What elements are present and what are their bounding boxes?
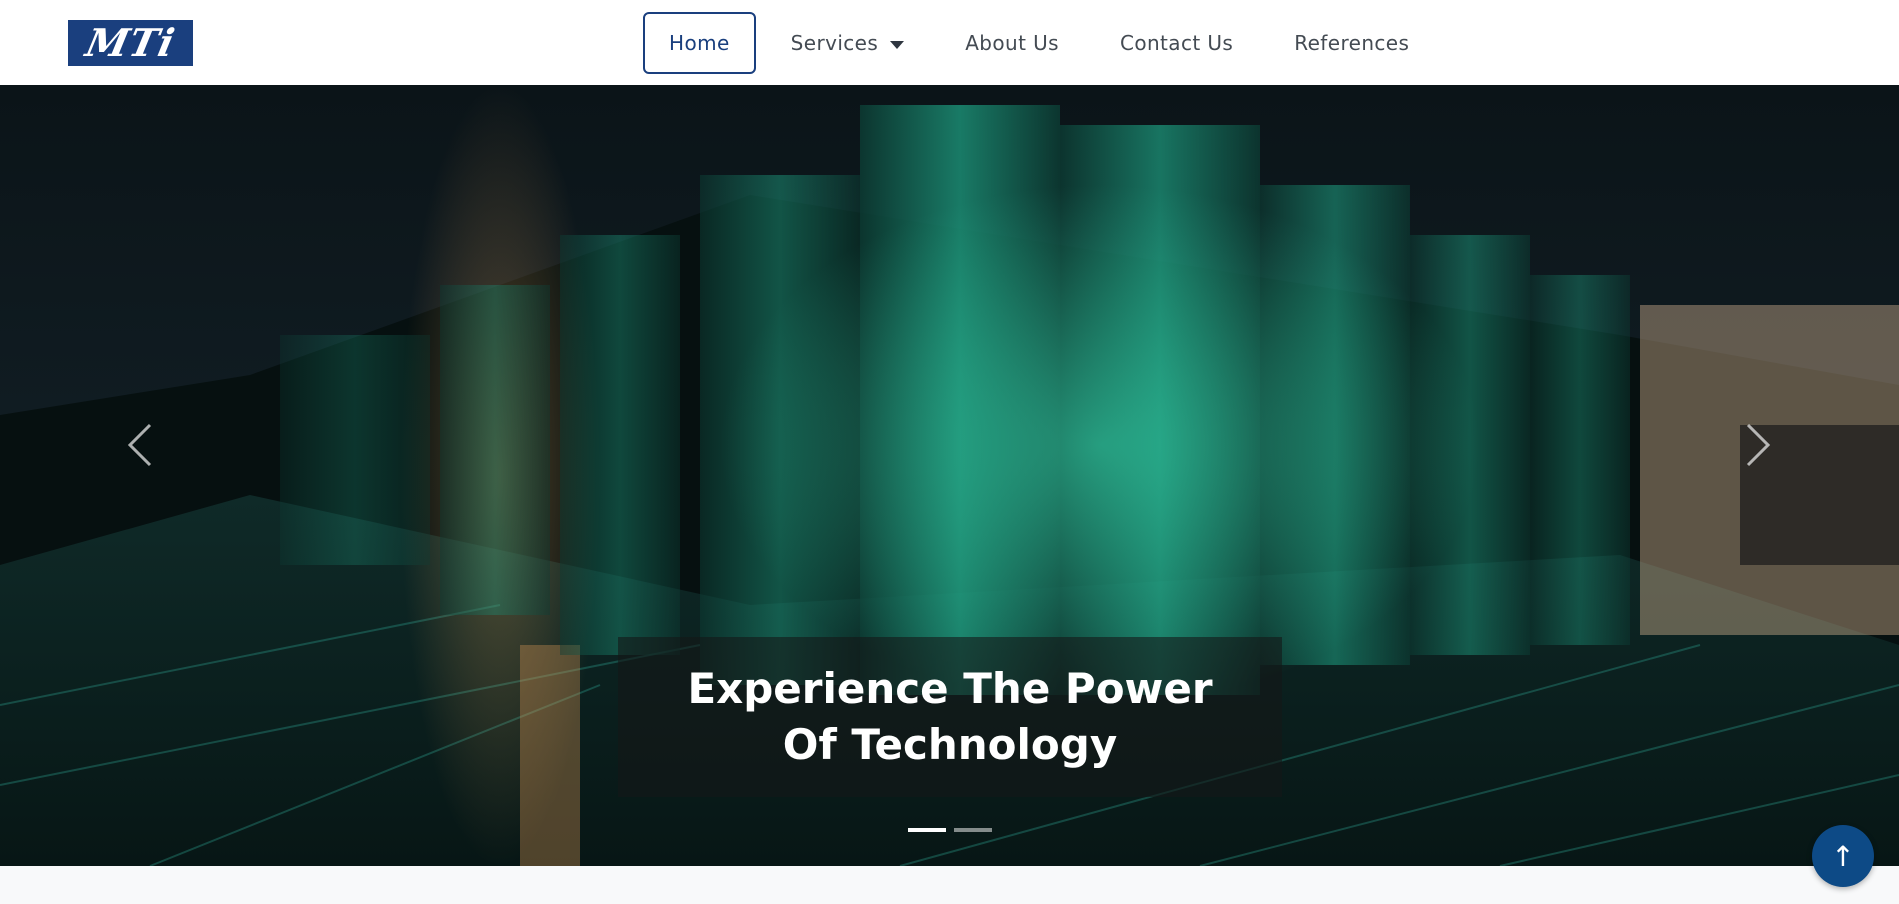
caret-down-icon bbox=[890, 40, 905, 49]
nav-contact-us[interactable]: Contact Us bbox=[1094, 12, 1259, 74]
nav-about-label: About Us bbox=[965, 31, 1059, 55]
chevron-left-icon bbox=[127, 423, 152, 467]
hero-caption-title: Experience The Power Of Technology bbox=[687, 664, 1213, 769]
nav-references-label: References bbox=[1294, 31, 1410, 55]
nav-home[interactable]: Home bbox=[643, 12, 756, 74]
nav-references[interactable]: References bbox=[1268, 12, 1435, 74]
carousel-indicator-2[interactable] bbox=[954, 828, 992, 832]
nav-home-label: Home bbox=[669, 31, 730, 55]
main-nav: Home Services About Us Contact Us Refere… bbox=[643, 12, 1444, 74]
mti-logo[interactable]: MTi bbox=[68, 20, 193, 66]
top-navbar: MTi Home Services About Us Contact Us Re… bbox=[0, 0, 1899, 85]
arrow-up-icon: ↑ bbox=[1831, 839, 1855, 873]
nav-contact-label: Contact Us bbox=[1119, 31, 1234, 55]
carousel-indicators bbox=[908, 828, 1000, 832]
logo-text: MTi bbox=[81, 20, 180, 65]
chevron-right-icon bbox=[1746, 423, 1771, 467]
hero-caption-box: Experience The Power Of Technology bbox=[618, 637, 1282, 797]
carousel-indicator-1[interactable] bbox=[908, 828, 946, 832]
nav-services[interactable]: Services bbox=[765, 12, 931, 74]
nav-about-us[interactable]: About Us bbox=[939, 12, 1085, 74]
back-to-top-button[interactable]: ↑ bbox=[1812, 825, 1874, 887]
page-section-below-hero bbox=[0, 866, 1899, 904]
carousel-next-button[interactable] bbox=[1726, 415, 1786, 475]
carousel-prev-button[interactable] bbox=[112, 415, 172, 475]
hero-carousel: Experience The Power Of Technology bbox=[0, 85, 1899, 866]
nav-services-label: Services bbox=[790, 31, 879, 55]
